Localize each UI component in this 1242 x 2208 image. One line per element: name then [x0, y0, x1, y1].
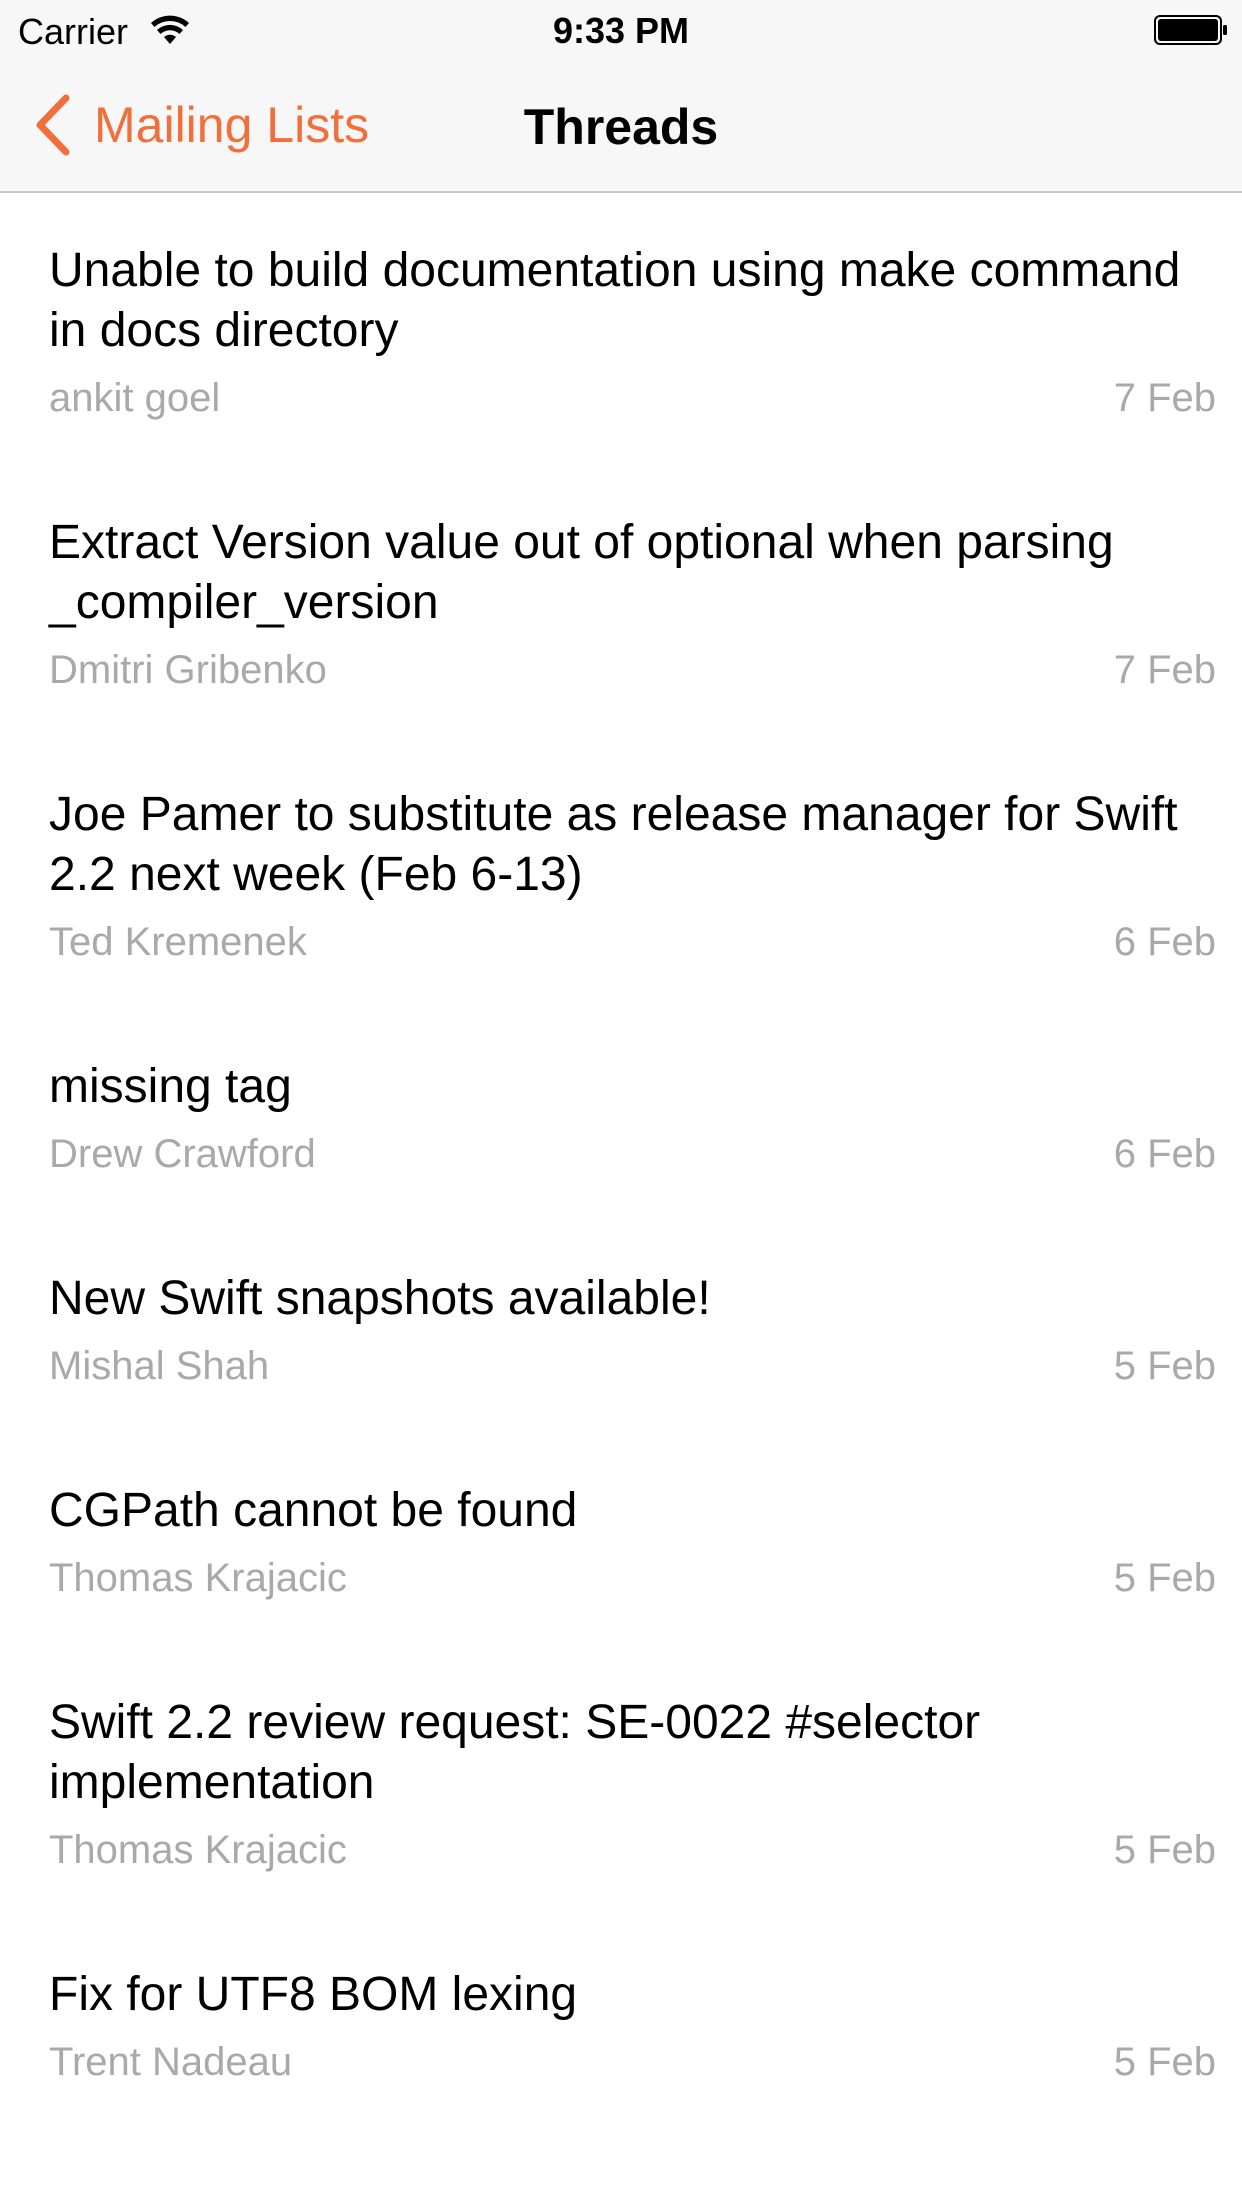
navigation-bar: Mailing Lists Threads — [0, 60, 1242, 193]
thread-meta: Thomas Krajacic 5 Feb — [49, 1825, 1216, 1875]
thread-list: Unable to build documentation using make… — [0, 193, 1242, 2129]
thread-date: 5 Feb — [1113, 2040, 1216, 2084]
thread-title: Unable to build documentation using make… — [49, 244, 1181, 357]
thread-author: Drew Crawford — [49, 1132, 316, 1176]
battery-icon — [1154, 15, 1227, 45]
thread-date: 5 Feb — [1113, 1556, 1216, 1600]
thread-author: Thomas Krajacic — [49, 1556, 347, 1600]
thread-meta: Drew Crawford 6 Feb — [49, 1129, 1216, 1179]
thread-meta: Thomas Krajacic 5 Feb — [49, 1553, 1216, 1603]
thread-date: 7 Feb — [1113, 648, 1216, 692]
thread-title: New Swift snapshots available! — [49, 1272, 711, 1325]
thread-row[interactable]: New Swift snapshots available! Mishal Sh… — [0, 1221, 1242, 1433]
thread-author: Ted Kremenek — [49, 920, 307, 964]
thread-author: Dmitri Gribenko — [49, 648, 327, 692]
page-title: Threads — [523, 99, 719, 155]
thread-author: Thomas Krajacic — [49, 1828, 347, 1872]
thread-title: Fix for UTF8 BOM lexing — [49, 1968, 578, 2021]
thread-date: 5 Feb — [1113, 1828, 1216, 1872]
status-bar: Carrier 9:33 PM — [0, 0, 1242, 60]
thread-author: Trent Nadeau — [49, 2040, 293, 2084]
thread-row[interactable]: missing tag Drew Crawford 6 Feb — [0, 1009, 1242, 1221]
thread-meta: Ted Kremenek 6 Feb — [49, 917, 1216, 967]
thread-row[interactable]: CGPath cannot be found Thomas Krajacic 5… — [0, 1433, 1242, 1645]
thread-author: ankit goel — [49, 376, 221, 420]
thread-meta: Mishal Shah 5 Feb — [49, 1341, 1216, 1391]
thread-date: 5 Feb — [1113, 1344, 1216, 1388]
thread-author: Mishal Shah — [49, 1344, 270, 1388]
thread-title: CGPath cannot be found — [49, 1484, 578, 1537]
thread-row[interactable]: Extract Version value out of optional wh… — [0, 465, 1242, 737]
thread-title: Extract Version value out of optional wh… — [49, 516, 1114, 629]
thread-row[interactable]: Fix for UTF8 BOM lexing Trent Nadeau 5 F… — [0, 1917, 1242, 2129]
thread-meta: Trent Nadeau 5 Feb — [49, 2037, 1216, 2087]
thread-date: 6 Feb — [1113, 920, 1216, 964]
thread-meta: ankit goel 7 Feb — [49, 373, 1216, 423]
thread-meta: Dmitri Gribenko 7 Feb — [49, 645, 1216, 695]
thread-title: Swift 2.2 review request: SE-0022 #selec… — [49, 1696, 981, 1809]
thread-row[interactable]: Unable to build documentation using make… — [0, 193, 1242, 465]
thread-title: missing tag — [49, 1060, 292, 1113]
clock: 9:33 PM — [552, 10, 690, 51]
thread-date: 7 Feb — [1113, 376, 1216, 420]
thread-title: Joe Pamer to substitute as release manag… — [49, 788, 1178, 901]
thread-date: 6 Feb — [1113, 1132, 1216, 1176]
thread-row[interactable]: Swift 2.2 review request: SE-0022 #selec… — [0, 1645, 1242, 1917]
thread-row[interactable]: Joe Pamer to substitute as release manag… — [0, 737, 1242, 1009]
